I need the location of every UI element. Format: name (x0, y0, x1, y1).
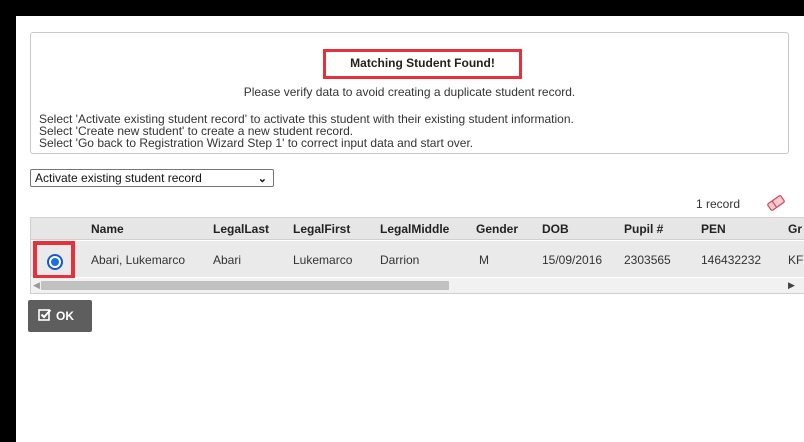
table-header: Name LegalLast LegalFirst LegalMiddle Ge… (31, 218, 804, 240)
column-header-legalmiddle[interactable]: LegalMiddle (380, 222, 449, 236)
cell-pen: 146432232 (701, 253, 762, 267)
student-match-table: Name LegalLast LegalFirst LegalMiddle Ge… (30, 217, 804, 294)
scrollbar-thumb[interactable] (41, 281, 449, 290)
cell-legalfirst: Lukemarco (293, 253, 353, 267)
column-header-dob[interactable]: DOB (542, 222, 569, 236)
column-header-legalfirst[interactable]: LegalFirst (293, 222, 350, 236)
record-count: 1 record (696, 197, 741, 211)
cell-gender: M (479, 253, 489, 267)
action-select-value: Activate existing student record (35, 171, 202, 185)
ok-button[interactable]: OK (28, 300, 92, 332)
radio-dot (51, 258, 59, 266)
notice-instructions: Select 'Activate existing student record… (39, 113, 574, 149)
cell-legallast: Abari (213, 253, 242, 267)
column-header-pupil-number[interactable]: Pupil # (624, 222, 663, 236)
column-header-name[interactable]: Name (91, 222, 124, 236)
eraser-icon[interactable] (765, 195, 787, 211)
horizontal-scrollbar[interactable]: ◀ ▶ (31, 278, 804, 293)
row-select-highlight (33, 241, 75, 279)
page-content: Matching Student Found! Please verify da… (16, 16, 804, 442)
duplicate-notice-panel: Matching Student Found! Please verify da… (30, 32, 789, 154)
column-header-grade[interactable]: Gr (788, 222, 802, 236)
cell-dob: 15/09/2016 (542, 253, 603, 267)
ok-button-label: OK (56, 309, 74, 323)
chevron-down-icon: ⌄ (257, 173, 267, 185)
cell-legalmiddle: Darrion (380, 253, 420, 267)
table-row[interactable]: Abari, Lukemarco Abari Lukemarco Darrion… (31, 241, 804, 279)
scroll-right-icon[interactable]: ▶ (788, 280, 795, 291)
row-select-radio[interactable] (47, 254, 63, 270)
cell-pupil-number: 2303565 (624, 253, 671, 267)
notice-subtitle: Please verify data to avoid creating a d… (243, 85, 576, 99)
action-select[interactable]: Activate existing student record ⌄ (30, 169, 274, 187)
cell-grade: KF (788, 253, 804, 267)
cell-name: Abari, Lukemarco (91, 253, 186, 267)
column-header-gender[interactable]: Gender (476, 222, 518, 236)
notice-title: Matching Student Found! (323, 49, 522, 79)
check-square-icon (38, 309, 52, 321)
column-header-pen[interactable]: PEN (701, 222, 726, 236)
column-header-legallast[interactable]: LegalLast (213, 222, 269, 236)
scroll-left-icon[interactable]: ◀ (33, 280, 40, 291)
instruction-line: Select 'Go back to Registration Wizard S… (39, 136, 474, 150)
